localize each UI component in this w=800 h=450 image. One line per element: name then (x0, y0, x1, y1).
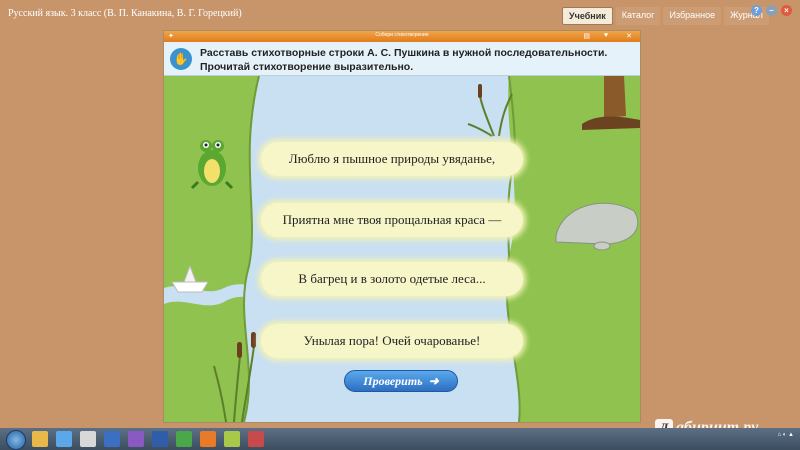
poem-line-card-3[interactable]: В багрец и в золото одетые леса... (261, 262, 523, 296)
top-navigation: Учебник Каталог Избранное Журнал (562, 7, 769, 25)
hand-icon: ✋ (170, 48, 192, 70)
help-icon[interactable]: ? (751, 5, 762, 16)
tree-illustration (582, 76, 640, 130)
exercise-title: Собери стихотворение (375, 32, 429, 38)
close-icon[interactable]: × (781, 5, 792, 16)
poem-line-card-4[interactable]: Унылая пора! Очей очарованье! (261, 324, 523, 358)
window-controls: ? – × (751, 5, 792, 16)
exercise-titlebar: ✦ Собери стихотворение ▤ ♥ ✕ (164, 31, 640, 42)
tab-favorites[interactable]: Избранное (663, 7, 722, 25)
taskbar-app-icon[interactable] (128, 431, 144, 447)
app-title: Русский язык. 3 класс (В. П. Канакина, В… (8, 8, 242, 19)
poem-line-card-1[interactable]: Люблю я пышное природы увяданье, (261, 142, 523, 176)
taskbar-app-icon[interactable] (176, 431, 192, 447)
taskbar-app-icon[interactable] (80, 431, 96, 447)
paper-boat-illustration (171, 264, 209, 293)
taskbar-app-icon[interactable] (32, 431, 48, 447)
taskbar-app-icon[interactable] (248, 431, 264, 447)
tab-textbook[interactable]: Учебник (562, 7, 613, 25)
arrow-right-icon: ➜ (428, 373, 439, 388)
taskbar-app-icon[interactable] (152, 431, 168, 447)
frog-illustration (190, 140, 234, 190)
check-button[interactable]: Проверить ➜ (344, 370, 458, 392)
poem-line-card-2[interactable]: Приятна мне твоя прощальная краса — (261, 203, 523, 237)
start-button-icon[interactable] (6, 430, 26, 450)
minimize-icon[interactable]: – (766, 5, 777, 16)
taskbar-app-icon[interactable] (56, 431, 72, 447)
taskbar-app-icon[interactable] (104, 431, 120, 447)
print-icon[interactable]: ▤ (583, 32, 590, 40)
taskbar: ⌂ ◐ ▲ (0, 428, 800, 450)
tab-catalog[interactable]: Каталог (615, 7, 661, 25)
check-button-label: Проверить (363, 373, 423, 388)
instructions-text: Расставь стихотворные строки А. С. Пушки… (200, 47, 608, 73)
exercise-window: ✦ Собери стихотворение ▤ ♥ ✕ ✋ Расставь … (163, 30, 641, 423)
exercise-close-icon[interactable]: ✕ (626, 32, 632, 40)
taskbar-app-icon[interactable] (224, 431, 240, 447)
taskbar-app-icon[interactable] (200, 431, 216, 447)
instructions-panel: ✋ Расставь стихотворные строки А. С. Пуш… (164, 42, 640, 76)
stone-illustration (555, 202, 639, 251)
system-tray: ⌂ ◐ ▲ (777, 432, 794, 438)
favorite-heart-icon[interactable]: ♥ (604, 32, 608, 39)
